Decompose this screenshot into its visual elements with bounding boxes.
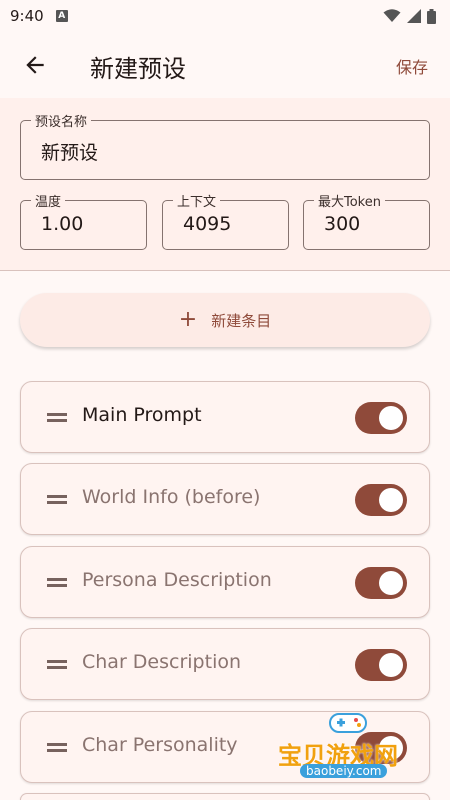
save-button[interactable]: 保存 (396, 54, 428, 78)
gamepad-icon (329, 713, 367, 733)
context-label: 上下文 (173, 191, 221, 210)
battery-icon (427, 8, 436, 24)
context-value: 4095 (183, 213, 232, 235)
entry-label: World Info (before) (82, 486, 261, 508)
drag-handle-icon[interactable] (47, 578, 67, 587)
add-item-button[interactable]: + 新建条目 (20, 293, 430, 347)
context-field[interactable]: 上下文 4095 (162, 191, 289, 250)
temperature-field[interactable]: 温度 1.00 (20, 191, 147, 250)
max-token-value: 300 (324, 213, 361, 235)
temperature-label: 温度 (31, 191, 66, 210)
drag-handle-icon[interactable] (47, 495, 67, 504)
entry-toggle[interactable] (355, 484, 407, 516)
toggle-knob (379, 653, 403, 677)
notification-icon: A (55, 10, 68, 22)
entry-toggle[interactable] (355, 402, 407, 434)
status-time: 9:40 (10, 7, 44, 25)
plus-icon: + (178, 307, 198, 332)
watermark-logo: 宝贝游戏网 baobeiy.com (270, 708, 430, 788)
entry-label: Char Personality (82, 734, 238, 756)
section-divider (0, 270, 450, 271)
toggle-knob (379, 571, 403, 595)
entry-label: Char Description (82, 651, 242, 673)
status-left: 9:40 A (10, 7, 68, 25)
drag-handle-icon[interactable] (47, 413, 67, 422)
page-title: 新建预设 (90, 55, 186, 83)
wifi-icon (383, 9, 401, 22)
add-item-label: 新建条目 (211, 311, 272, 330)
status-bar: 9:40 A (0, 0, 450, 32)
toggle-knob (379, 406, 403, 430)
preset-name-field[interactable]: 预设名称 新预设 (20, 111, 430, 180)
list-item[interactable] (20, 793, 430, 800)
toggle-knob (379, 488, 403, 512)
max-token-field[interactable]: 最大Token 300 (303, 191, 430, 250)
entry-toggle[interactable] (355, 649, 407, 681)
entry-label: Persona Description (82, 569, 272, 591)
entry-toggle[interactable] (355, 567, 407, 599)
entry-label: Main Prompt (82, 404, 202, 426)
watermark-url: baobeiy.com (300, 764, 388, 778)
preset-name-value: 新预设 (41, 142, 99, 164)
temperature-value: 1.00 (41, 213, 84, 235)
drag-handle-icon[interactable] (47, 743, 67, 752)
preset-name-label: 预设名称 (31, 111, 92, 130)
back-arrow-icon[interactable] (22, 52, 48, 78)
signal-icon (407, 9, 421, 23)
preset-settings: 预设名称 新预设 温度 1.00 上下文 4095 最大Token 300 (0, 98, 450, 270)
app-bar: 新建预设 保存 (0, 32, 450, 98)
list-item[interactable]: Char Description (20, 628, 430, 700)
list-item[interactable]: Main Prompt (20, 381, 430, 453)
status-right (383, 8, 436, 24)
max-token-label: 最大Token (314, 191, 385, 210)
list-item[interactable]: World Info (before) (20, 463, 430, 535)
list-item[interactable]: Persona Description (20, 546, 430, 618)
drag-handle-icon[interactable] (47, 660, 67, 669)
